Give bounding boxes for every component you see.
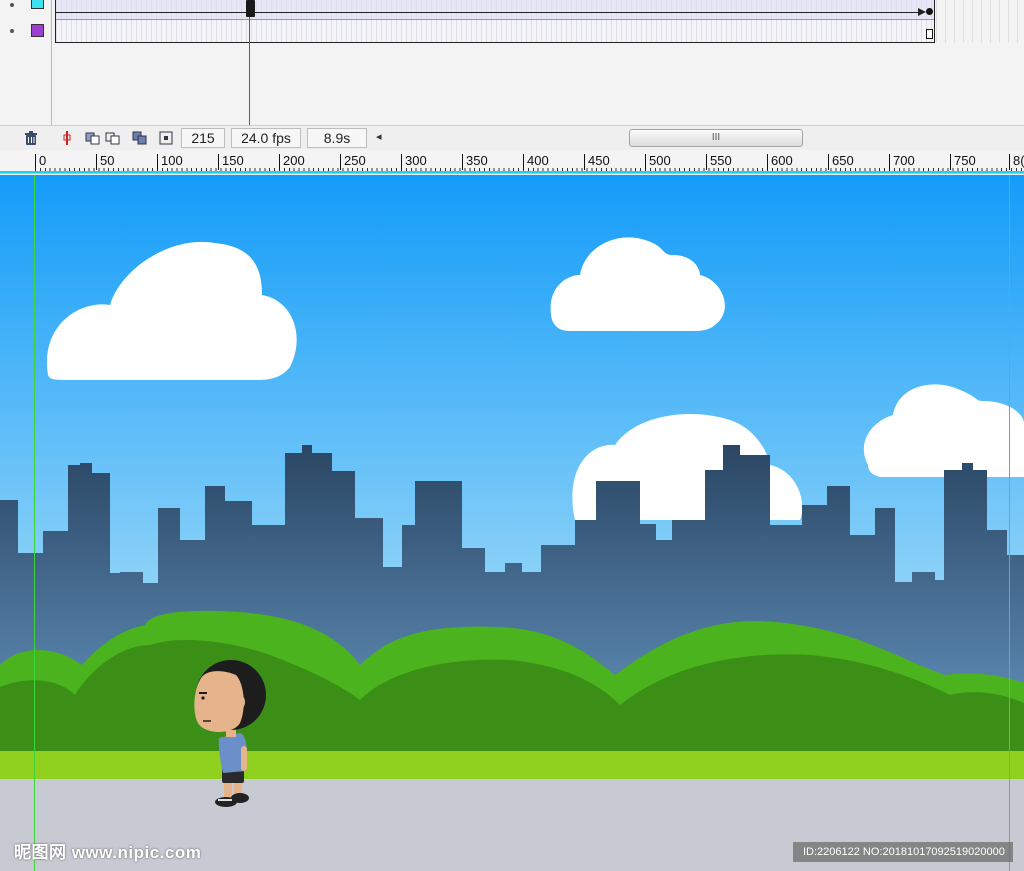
ruler-label: 400 <box>523 154 549 170</box>
ruler-label: 650 <box>828 154 854 170</box>
horizontal-ruler: 0 50 100 150 200 250 300 350 400 450 500… <box>0 150 1024 174</box>
frame-rate-field[interactable]: 24.0 fps <box>231 128 301 148</box>
ruler-label: 500 <box>645 154 671 170</box>
current-frame-field[interactable]: 215 <box>181 128 225 148</box>
ruler-label: 550 <box>706 154 732 170</box>
animation-editor: 215 24.0 fps 8.9s ◂ III 0 50 100 150 200… <box>0 0 1024 871</box>
onion-skin-icon[interactable] <box>84 130 102 146</box>
frame-grid[interactable] <box>55 0 935 43</box>
playhead-line <box>249 17 250 125</box>
tween-arrow-icon <box>918 8 926 16</box>
ruler-label: 100 <box>157 154 183 170</box>
timeline-toolbar: 215 24.0 fps 8.9s ◂ III <box>0 125 1024 150</box>
ruler-label: 250 <box>340 154 366 170</box>
watermark-left: 昵图网 www.nipic.com <box>14 843 202 862</box>
edit-multiple-frames-icon[interactable] <box>131 130 149 146</box>
layer-list <box>0 0 52 125</box>
stage-top-border <box>0 171 1024 173</box>
scene-artwork <box>0 175 1024 871</box>
visibility-dot-icon[interactable] <box>10 3 14 7</box>
ruler-label: 50 <box>96 154 114 170</box>
ruler-label: 350 <box>462 154 488 170</box>
ruler-label: 8( <box>1009 154 1024 170</box>
ruler-label: 0 <box>35 154 46 170</box>
empty-keyframe-icon[interactable] <box>926 29 933 39</box>
stage-canvas[interactable]: 昵图网 www.nipic.com ID:2206122 NO:20181017… <box>0 175 1024 871</box>
grass-strip <box>0 751 1024 779</box>
layer-color-swatch[interactable] <box>31 0 44 9</box>
layer-color-swatch[interactable] <box>31 24 44 37</box>
trash-icon[interactable] <box>22 130 40 146</box>
sky <box>0 175 1024 595</box>
modify-markers-icon[interactable] <box>157 130 175 146</box>
ruler-label: 300 <box>401 154 427 170</box>
watermark-right: ID:2206122 NO:20181017092519020000 <box>793 842 1013 862</box>
guide-line-right <box>1009 175 1010 871</box>
tween-row[interactable] <box>56 0 934 20</box>
timeline-panel: 215 24.0 fps 8.9s ◂ III <box>0 0 1024 150</box>
motion-tween-line <box>56 12 924 13</box>
layer-row-1[interactable] <box>0 0 52 20</box>
ruler-label: 450 <box>584 154 610 170</box>
empty-frame-area[interactable] <box>936 0 1024 43</box>
visibility-dot-icon[interactable] <box>10 29 14 33</box>
center-frame-icon[interactable] <box>58 130 76 146</box>
keyframe-icon[interactable] <box>926 8 933 15</box>
ruler-label: 600 <box>767 154 793 170</box>
ruler-label: 750 <box>950 154 976 170</box>
guide-line-left <box>34 175 35 871</box>
scrollbar-thumb[interactable]: III <box>629 129 803 147</box>
layer-row-2[interactable] <box>0 20 52 40</box>
ruler-label: 700 <box>889 154 915 170</box>
ruler-label: 200 <box>279 154 305 170</box>
playhead-handle[interactable] <box>246 0 255 17</box>
onion-outline-icon[interactable] <box>104 130 122 146</box>
scroll-left-arrow-icon[interactable]: ◂ <box>376 130 382 143</box>
ruler-label: 150 <box>218 154 244 170</box>
elapsed-time-field: 8.9s <box>307 128 367 148</box>
